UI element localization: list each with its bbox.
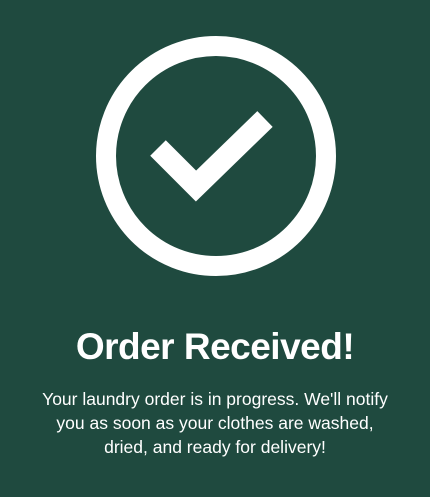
order-confirmation-screen: Order Received! Your laundry order is in…	[0, 0, 430, 497]
confirmation-title: Order Received!	[75, 326, 355, 367]
confirmation-message: Your laundry order is in progress. We'll…	[42, 389, 388, 457]
checkmark-circle-icon	[96, 36, 336, 276]
